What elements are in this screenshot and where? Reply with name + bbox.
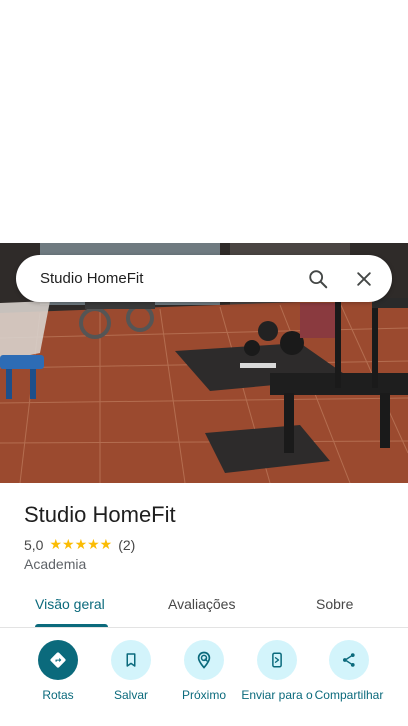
nearby-button[interactable]: Próximo (166, 640, 242, 702)
nearby-label: Próximo (181, 688, 226, 702)
share-icon (329, 640, 369, 680)
star-rating-icon: ★★★★★ (49, 537, 113, 553)
rating-row[interactable]: 5,0 ★★★★★ (2) (24, 536, 135, 554)
place-name: Studio HomeFit (24, 502, 176, 527)
review-count[interactable]: (2) (118, 537, 135, 553)
tab-about[interactable]: Sobre (316, 588, 353, 628)
bookmark-icon (111, 640, 151, 680)
action-buttons: Rotas Salvar Próximo Enviar para o Compa… (0, 640, 408, 726)
directions-button[interactable]: Rotas (20, 640, 96, 702)
share-label: Compartilhar (314, 688, 384, 702)
active-tab-indicator (35, 624, 108, 627)
tab-reviews[interactable]: Avaliações (168, 588, 235, 628)
share-button[interactable]: Compartilhar (311, 640, 387, 702)
send-to-phone-button[interactable]: Enviar para o (239, 640, 315, 702)
tab-overview[interactable]: Visão geral (35, 588, 105, 628)
place-category[interactable]: Academia (24, 556, 86, 572)
directions-icon (38, 640, 78, 680)
search-bar[interactable]: Studio HomeFit (16, 255, 392, 302)
map-area[interactable] (0, 0, 408, 243)
search-icon[interactable] (298, 259, 338, 299)
place-tabs: Visão geral Avaliações Sobre (0, 588, 408, 628)
search-input[interactable]: Studio HomeFit (40, 270, 292, 287)
nearby-icon (184, 640, 224, 680)
directions-label: Rotas (42, 688, 74, 702)
send-to-phone-label: Enviar para o (241, 688, 313, 702)
close-icon[interactable] (344, 259, 384, 299)
save-label: Salvar (113, 688, 148, 702)
save-button[interactable]: Salvar (93, 640, 169, 702)
rating-value: 5,0 (24, 537, 44, 553)
send-to-phone-icon (257, 640, 297, 680)
